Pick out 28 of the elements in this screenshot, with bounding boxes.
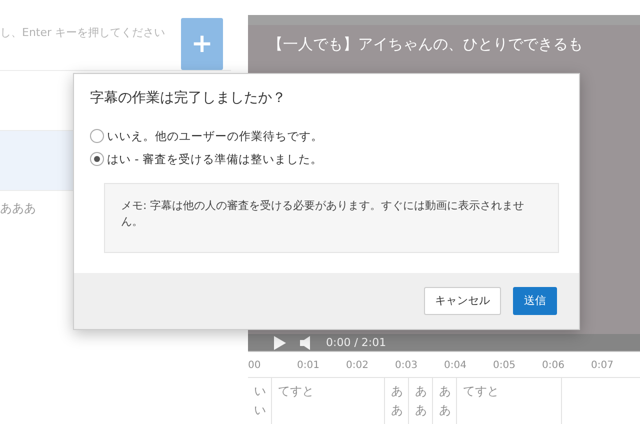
- submit-button[interactable]: 送信: [513, 286, 557, 316]
- dialog-title: 字幕の作業は完了しましたか？: [89, 89, 287, 108]
- option-label[interactable]: はい - 審査を受ける準備は整いました。: [107, 150, 322, 168]
- subtitle-block[interactable]: ああ: [433, 378, 457, 424]
- video-title: 【一人でも】アイちゃんの、ひとりでできるも: [267, 34, 584, 55]
- time-tick: 0:07: [591, 359, 614, 374]
- video-time: 0:00 / 2:01: [326, 334, 386, 351]
- option-label[interactable]: いいえ。他のユーザーの作業待ちです。: [107, 128, 323, 145]
- subtitle-text: あああ: [0, 201, 36, 215]
- subtitle-block[interactable]: ああ: [385, 378, 409, 424]
- time-tick: 0:06: [542, 359, 566, 374]
- play-icon[interactable]: [274, 336, 286, 350]
- speaker-icon[interactable]: [300, 336, 312, 350]
- time-tick: 0:05: [493, 359, 516, 374]
- radio-button[interactable]: [90, 129, 104, 144]
- subtitle-block[interactable]: ああ: [409, 378, 433, 424]
- subtitle-block[interactable]: てすと: [457, 378, 562, 424]
- time-tick: 0:04: [444, 359, 468, 374]
- cancel-button[interactable]: キャンセル: [424, 286, 501, 316]
- radio-button[interactable]: [90, 152, 104, 166]
- subtitle-block[interactable]: てすと: [272, 378, 385, 424]
- time-tick: 0:01: [297, 359, 320, 374]
- time-tick: 0:03: [395, 359, 418, 374]
- time-tick: 0:02: [346, 359, 370, 374]
- note-text: メモ: 字幕は他の人の審査を受ける必要があります。すぐには動画に表示されません。: [104, 182, 559, 253]
- add-button[interactable]: +: [181, 18, 223, 70]
- subtitle-block[interactable]: いい: [248, 378, 272, 424]
- time-tick: 00: [248, 359, 262, 374]
